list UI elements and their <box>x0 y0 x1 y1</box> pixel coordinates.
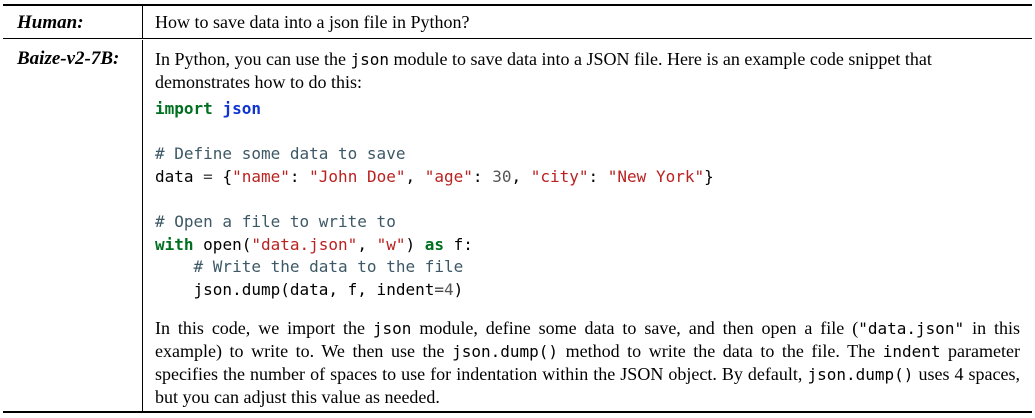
inline-code: indent <box>882 342 941 361</box>
code-keyword: as <box>424 234 445 254</box>
code-keyword: import <box>155 99 213 118</box>
code-string: "w" <box>376 234 406 254</box>
code-string: "data.json" <box>251 234 358 254</box>
explanation-text: method to write the data to the file. Th… <box>558 341 883 361</box>
inline-code: json <box>372 319 412 338</box>
column-divider <box>142 6 143 38</box>
human-speaker-label: Human: <box>17 12 84 33</box>
code-operator: = <box>203 166 213 186</box>
code-comment: # Write the data to the file <box>193 257 464 277</box>
code-string: "age" <box>424 166 473 186</box>
code-punct: ) <box>453 279 464 299</box>
code-variable: data <box>155 166 194 186</box>
code-string: "New York" <box>607 166 705 186</box>
inline-code: "data.json" <box>858 319 965 338</box>
human-message: How to save data into a json file in Pyt… <box>155 12 470 32</box>
code-call: json.dump(data, f, indent <box>193 279 435 299</box>
inline-code: json.dump() <box>452 342 559 361</box>
intro-text: In Python, you can use the <box>155 49 351 69</box>
middle-rule <box>3 38 1032 39</box>
inline-code: json.dump() <box>807 365 914 384</box>
bot-speaker-label: Baize-v2-7B: <box>17 48 120 69</box>
code-module: json <box>222 99 261 118</box>
code-number: 30 <box>492 166 512 186</box>
code-punct: { <box>222 166 233 186</box>
code-string: "name" <box>232 166 290 186</box>
code-punct: } <box>704 166 714 186</box>
explanation-text: In this code, we import the <box>155 318 373 338</box>
bottom-rule <box>3 411 1032 413</box>
code-number: 4 <box>444 279 454 299</box>
column-divider <box>142 40 143 411</box>
code-operator: = <box>434 279 444 299</box>
code-function: open <box>203 234 242 254</box>
code-comment: # Open a file to write to <box>155 211 396 231</box>
code-keyword: with <box>155 234 194 254</box>
bot-explanation-paragraph: In this code, we import the json module,… <box>155 317 1020 409</box>
bot-intro-paragraph: In Python, you can use the json module t… <box>155 48 1020 94</box>
top-rule <box>3 4 1032 6</box>
inline-code: json <box>350 50 389 69</box>
code-comment: # Define some data to save <box>155 144 406 164</box>
code-string: "city" <box>530 166 589 186</box>
code-block: import json # Define some data to save d… <box>155 99 714 299</box>
explanation-text: module, define some data to save, and th… <box>411 318 859 338</box>
conversation-table: Human: How to save data into a json file… <box>0 0 1035 418</box>
code-variable: f <box>453 234 464 254</box>
code-string: "John Doe" <box>309 166 406 186</box>
